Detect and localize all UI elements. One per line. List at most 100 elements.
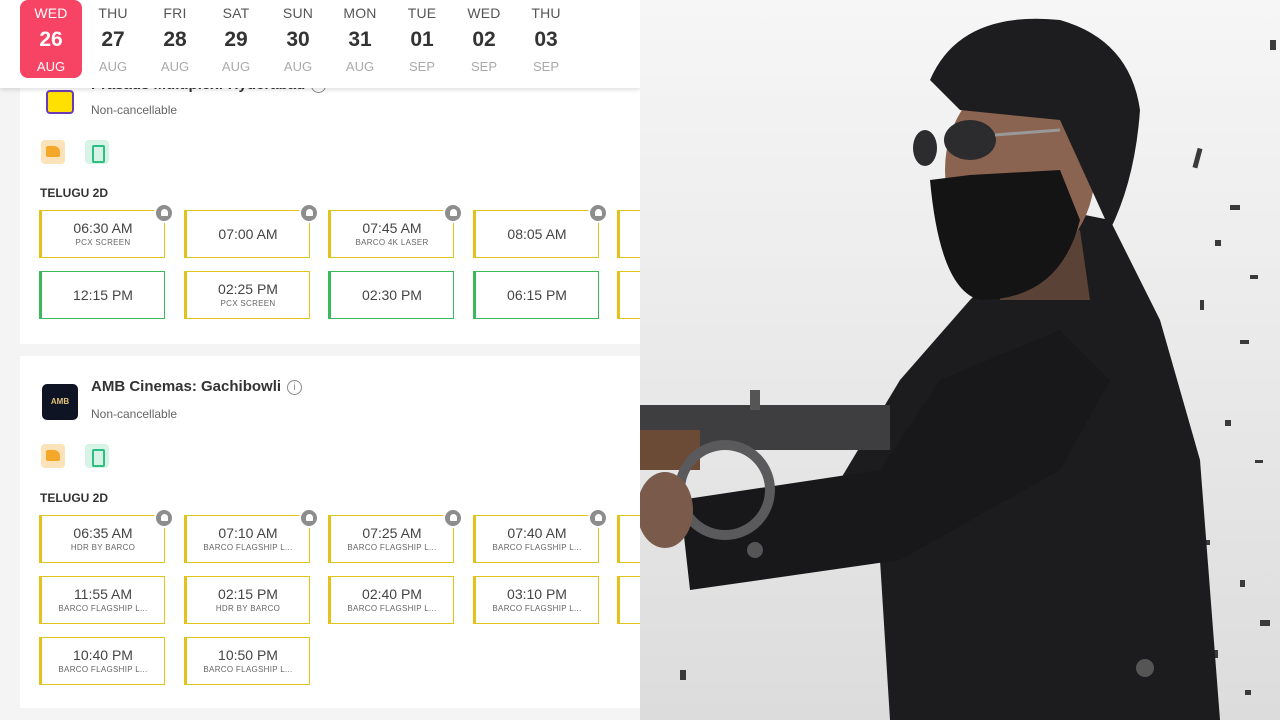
cinema-card-prasads: Prasads Multiplex: Hyderabadi Non-cancel… (20, 76, 640, 344)
date-day: 31 (348, 28, 372, 51)
showtime: 06:35 AM (73, 525, 133, 541)
date-month: SEP (470, 59, 497, 74)
showtime-button[interactable]: 02:25 PM PCX SCREEN (184, 271, 310, 319)
date-day: 03 (534, 28, 558, 51)
date-day: 26 (39, 28, 63, 51)
date-tab-4[interactable]: SUN 30 AUG (267, 0, 329, 78)
showtimes-panel: WED 26 AUG THU 27 AUG FRI 28 AUG SAT 29 … (0, 0, 640, 720)
language-format: TELUGU 2D (40, 491, 109, 505)
showtime-button-partial[interactable] (617, 576, 640, 624)
showtime-button[interactable]: 02:40 PM BARCO FLAGSHIP L... (328, 576, 454, 624)
date-month: AUG (98, 59, 128, 74)
showtime-button[interactable]: 02:30 PM (328, 271, 454, 319)
date-tab-6[interactable]: TUE 01 SEP (391, 0, 453, 78)
showtime: 07:40 AM (507, 525, 567, 541)
screen-type: BARCO 4K LASER (355, 238, 429, 247)
mticket-icon (85, 140, 109, 164)
date-tab-0[interactable]: WED 26 AUG (20, 0, 82, 78)
date-month: AUG (221, 59, 251, 74)
screen-type: PCX SCREEN (75, 238, 131, 247)
showtime-button[interactable]: 07:25 AM BARCO FLAGSHIP L... (328, 508, 463, 563)
date-month: AUG (36, 59, 66, 74)
screen-type: HDR BY BARCO (70, 543, 136, 552)
movie-still-image (640, 0, 1280, 720)
screen-type: BARCO FLAGSHIP L... (492, 543, 582, 552)
showtime: 08:05 AM (507, 226, 567, 242)
showtime-button[interactable]: 08:05 AM (473, 203, 608, 258)
date-tab-1[interactable]: THU 27 AUG (82, 0, 144, 78)
cinema-card-amb: AMB AMB Cinemas: Gachibowli i Non-cancell… (20, 356, 640, 708)
cinema-logo: AMB (42, 384, 78, 420)
showtime: 07:10 AM (218, 525, 278, 541)
date-day: 30 (286, 28, 310, 51)
bell-icon (299, 508, 319, 528)
cancellation-policy: Non-cancellable (91, 407, 178, 421)
date-day: 27 (101, 28, 125, 51)
bell-icon (299, 203, 319, 223)
bell-icon (443, 203, 463, 223)
date-day: 28 (163, 28, 187, 51)
date-dow: MON (343, 5, 377, 21)
showtime-button[interactable]: 03:10 PM BARCO FLAGSHIP L... (473, 576, 599, 624)
date-month: AUG (345, 59, 375, 74)
info-icon[interactable]: i (287, 380, 303, 395)
showtime: 12:15 PM (73, 287, 133, 303)
showtime-button[interactable]: 07:45 AM BARCO 4K LASER (328, 203, 463, 258)
date-dow: THU (98, 5, 128, 21)
bell-icon (154, 203, 174, 223)
bell-icon (588, 203, 608, 223)
screen-type: BARCO FLAGSHIP L... (492, 604, 582, 613)
date-month: AUG (283, 59, 313, 74)
food-icon (41, 444, 65, 468)
showtime: 07:00 AM (218, 226, 278, 242)
date-tab-3[interactable]: SAT 29 AUG (205, 0, 267, 78)
date-day: 01 (410, 28, 434, 51)
showtime: 06:15 PM (507, 287, 567, 303)
showtime-button[interactable]: 10:40 PM BARCO FLAGSHIP L... (39, 637, 165, 685)
showtime-button[interactable]: 07:40 AM BARCO FLAGSHIP L... (473, 508, 608, 563)
food-icon (41, 140, 65, 164)
showtime: 02:25 PM (218, 281, 278, 297)
screen-type: HDR BY BARCO (215, 604, 281, 613)
language-format: TELUGU 2D (40, 186, 109, 200)
showtime: 06:30 AM (73, 220, 133, 236)
mticket-icon (85, 444, 109, 468)
screen-type: BARCO FLAGSHIP L... (347, 604, 437, 613)
showtime: 11:55 AM (73, 586, 133, 602)
showtime-button[interactable]: 11:55 AM BARCO FLAGSHIP L... (39, 576, 165, 624)
showtime-button[interactable]: 02:15 PM HDR BY BARCO (184, 576, 310, 624)
showtime: 02:40 PM (362, 586, 422, 602)
screen-type: BARCO FLAGSHIP L... (347, 543, 437, 552)
bell-icon (154, 508, 174, 528)
screen-type: PCX SCREEN (220, 299, 276, 308)
date-day: 02 (472, 28, 496, 51)
showtime-button[interactable]: 10:50 PM BARCO FLAGSHIP L... (184, 637, 310, 685)
cinema-name[interactable]: AMB Cinemas: Gachibowli i (91, 378, 303, 395)
screen-type: BARCO FLAGSHIP L... (58, 604, 148, 613)
showtime: 10:50 PM (218, 647, 278, 663)
date-tab-8[interactable]: THU 03 SEP (515, 0, 577, 78)
showtime-button[interactable]: 12:15 PM (39, 271, 165, 319)
date-dow: WED (34, 5, 68, 21)
showtime-button[interactable]: 07:00 AM (184, 203, 319, 258)
showtime-button[interactable]: 06:35 AM HDR BY BARCO (39, 508, 174, 563)
screen-type: BARCO FLAGSHIP L... (58, 665, 148, 674)
date-month: SEP (408, 59, 435, 74)
showtime: 07:45 AM (362, 220, 422, 236)
screenshot: WED 26 AUG THU 27 AUG FRI 28 AUG SAT 29 … (0, 0, 1280, 720)
showtime-button-partial[interactable] (617, 271, 640, 319)
showtime-button-partial[interactable] (617, 210, 640, 258)
date-dow: SUN (282, 5, 314, 21)
showtime: 07:25 AM (362, 525, 422, 541)
showtime-button[interactable]: 06:30 AM PCX SCREEN (39, 203, 174, 258)
date-dow: TUE (407, 5, 437, 21)
date-tab-7[interactable]: WED 02 SEP (453, 0, 515, 78)
cinema-name-text: AMB Cinemas: Gachibowli (91, 378, 282, 395)
date-tab-5[interactable]: MON 31 AUG (329, 0, 391, 78)
showtime: 03:10 PM (507, 586, 567, 602)
date-tab-2[interactable]: FRI 28 AUG (144, 0, 206, 78)
showtime-button[interactable]: 07:10 AM BARCO FLAGSHIP L... (184, 508, 319, 563)
showtime-button-partial[interactable] (617, 515, 640, 563)
date-month: AUG (160, 59, 190, 74)
showtime-button[interactable]: 06:15 PM (473, 271, 599, 319)
